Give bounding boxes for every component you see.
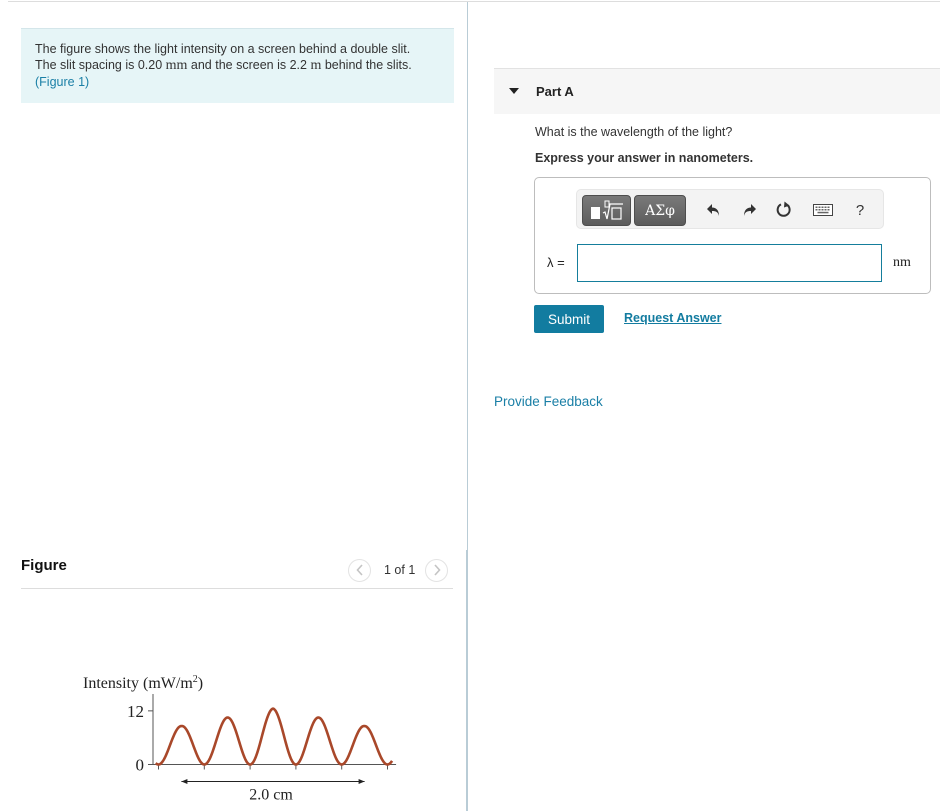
- chevron-left-icon: [355, 564, 363, 576]
- pager-count: 1 of 1: [384, 563, 416, 577]
- problem-line-2-end: behind the slits.: [324, 58, 412, 72]
- y-tick-label: 0: [136, 756, 145, 775]
- intensity-curve: [154, 707, 394, 766]
- answer-instruction: Express your answer in nanometers.: [535, 151, 754, 165]
- unit-m: m: [310, 58, 322, 73]
- request-answer-link[interactable]: Request Answer: [624, 311, 721, 325]
- undo-icon: [707, 204, 719, 216]
- part-a-header[interactable]: Part A: [494, 68, 940, 114]
- reset-button[interactable]: [773, 200, 795, 220]
- problem-line-1: The figure shows the light intensity on …: [35, 42, 411, 56]
- symbols-button[interactable]: ΑΣφ: [634, 195, 686, 226]
- reset-icon: [776, 201, 791, 217]
- undo-button[interactable]: [703, 200, 725, 220]
- y-tick-label: 12: [127, 702, 144, 721]
- panel-divider: [467, 2, 468, 550]
- figure-divider: [21, 588, 453, 589]
- figure-link[interactable]: (Figure 1): [35, 75, 89, 89]
- figure-title: Figure: [21, 557, 67, 574]
- top-border: [8, 1, 940, 2]
- submit-button[interactable]: Submit: [534, 305, 604, 333]
- figure-pager: 1 of 1: [348, 558, 449, 582]
- help-button[interactable]: ?: [849, 200, 871, 220]
- problem-statement: The figure shows the light intensity on …: [21, 28, 454, 103]
- intensity-chart: Intensity (mW/m2) 0 12 2.0 cm: [83, 674, 397, 804]
- question-text: What is the wavelength of the light?: [535, 125, 733, 139]
- answer-unit: nm: [893, 255, 911, 270]
- prev-figure-button[interactable]: [348, 558, 371, 582]
- templates-sqrt-icon: [590, 200, 623, 220]
- next-figure-button[interactable]: [425, 558, 449, 582]
- keyboard-button[interactable]: [812, 200, 834, 220]
- collapse-caret-icon[interactable]: [509, 88, 519, 94]
- redo-icon: [744, 204, 756, 216]
- answer-variable-label: λ =: [547, 255, 565, 270]
- part-title: Part A: [536, 84, 574, 99]
- math-toolbar: ΑΣφ ?: [576, 189, 884, 229]
- slit-spacing-text: The slit spacing is 0.20: [35, 58, 163, 72]
- arrowhead-right: [358, 779, 365, 784]
- keyboard-icon: [813, 204, 833, 216]
- templates-button[interactable]: [582, 195, 631, 226]
- screen-distance-text: and the screen is 2.2: [190, 58, 307, 72]
- answer-box: ΑΣφ ? λ = nm: [534, 177, 931, 294]
- panel-divider-lower: [466, 550, 468, 811]
- redo-button[interactable]: [738, 200, 760, 220]
- distance-label: 2.0 cm: [249, 787, 293, 804]
- provide-feedback-link[interactable]: Provide Feedback: [494, 394, 603, 409]
- problem-line-2: The slit spacing is 0.20 mm and the scre…: [35, 57, 440, 74]
- unit-mm: mm: [165, 58, 188, 73]
- y-axis-label: Intensity (mW/m2): [83, 674, 203, 692]
- chevron-right-icon: [434, 564, 441, 576]
- arrowhead-left: [181, 779, 188, 784]
- answer-input[interactable]: [577, 244, 882, 282]
